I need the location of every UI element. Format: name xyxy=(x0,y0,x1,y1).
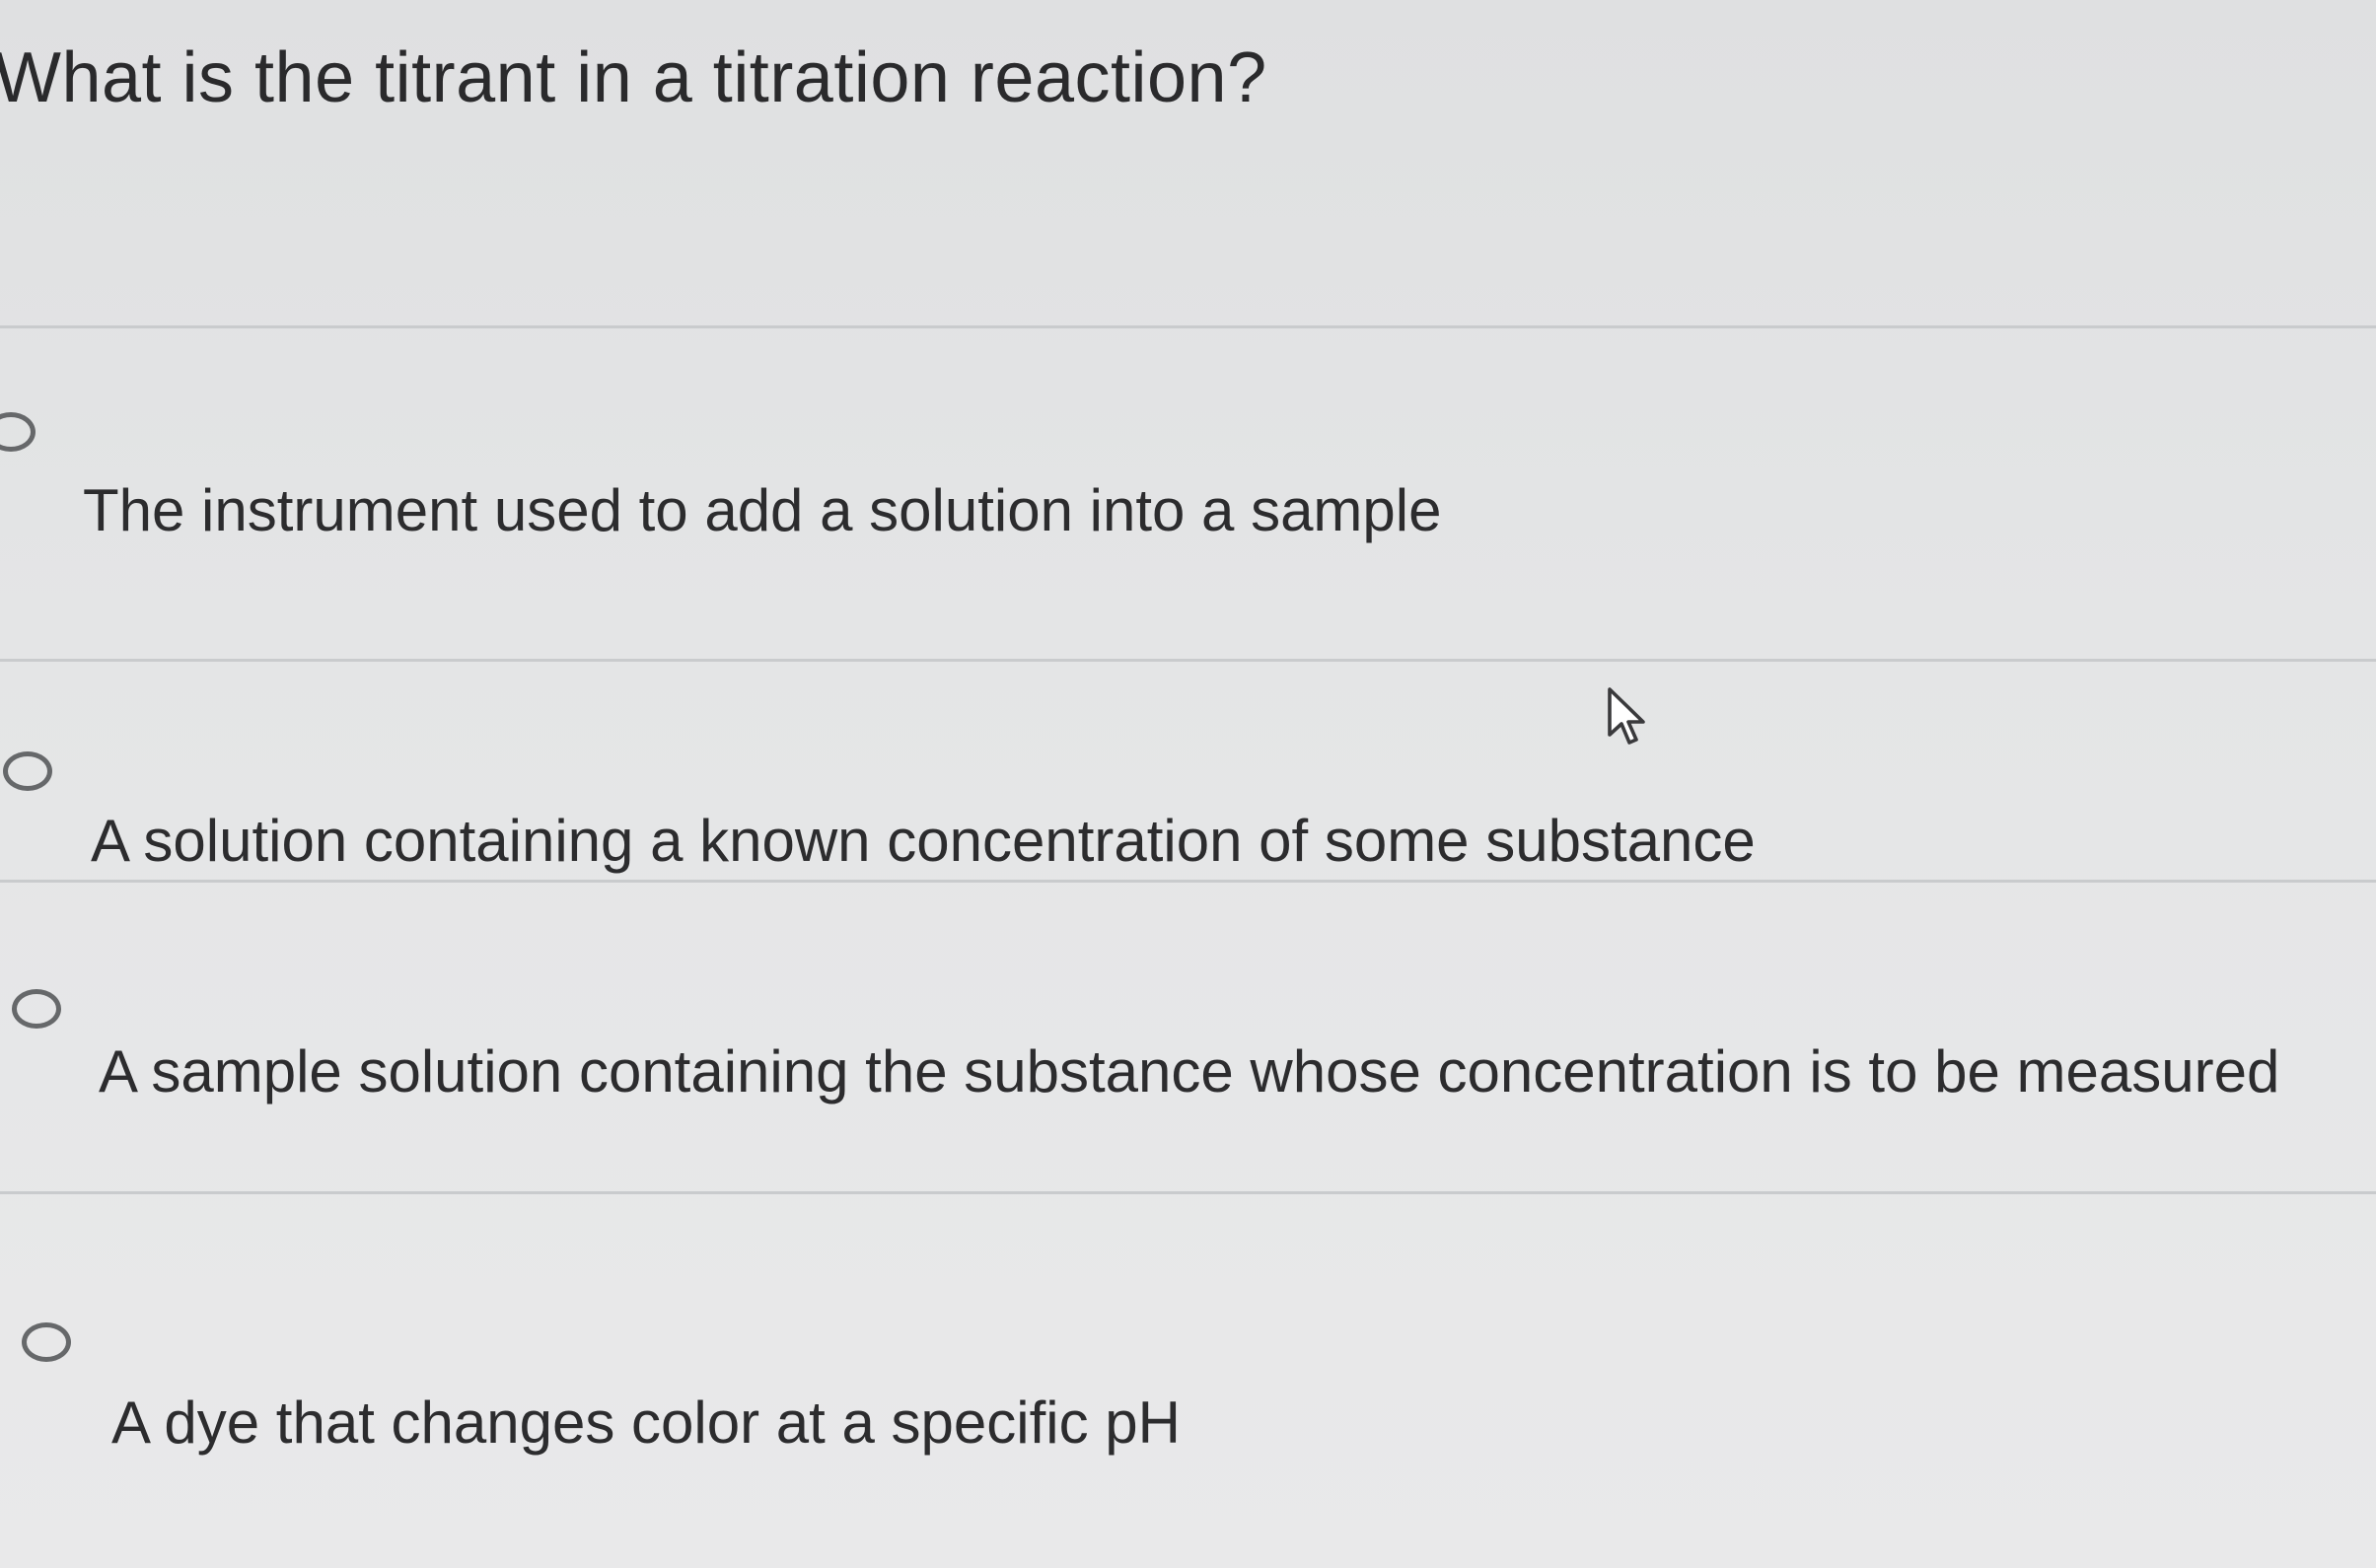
option-4-label: A dye that changes color at a specific p… xyxy=(111,1390,1181,1456)
radio-button-icon[interactable] xyxy=(12,989,61,1029)
radio-button-icon[interactable] xyxy=(3,751,52,791)
mouse-pointer-icon xyxy=(1608,687,1645,745)
radio-button-icon[interactable] xyxy=(22,1322,71,1362)
divider xyxy=(0,325,2376,328)
option-3-label: A sample solution containing the substan… xyxy=(99,1038,2280,1105)
divider xyxy=(0,659,2376,662)
question-text: What is the titrant in a titration react… xyxy=(0,38,1267,117)
option-2-label: A solution containing a known concentrat… xyxy=(91,808,1756,874)
radio-button-icon[interactable] xyxy=(0,412,36,452)
option-1-label: The instrument used to add a solution in… xyxy=(83,477,1442,543)
divider xyxy=(0,1191,2376,1194)
divider xyxy=(0,880,2376,883)
